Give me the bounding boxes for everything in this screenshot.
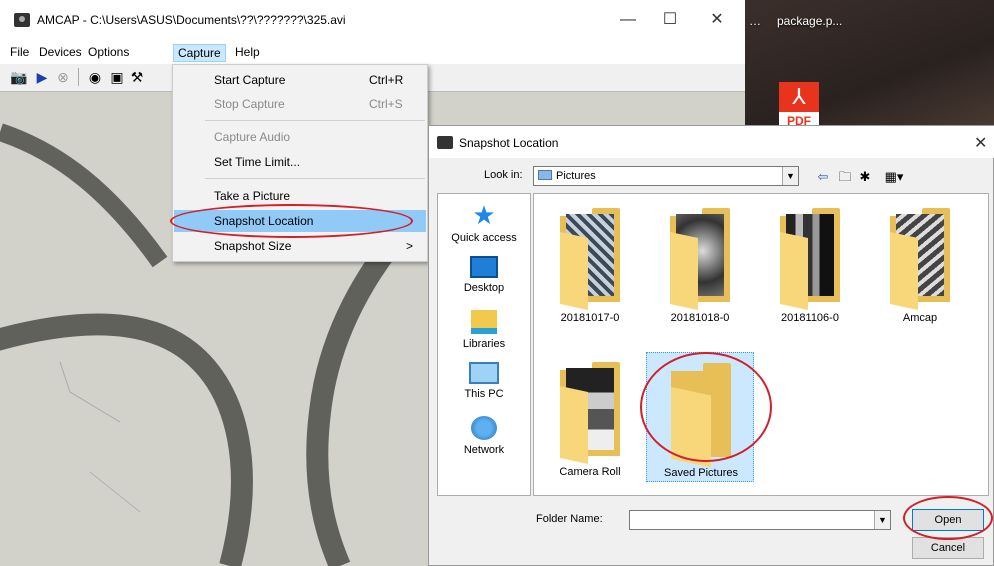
folder-icon <box>670 204 730 310</box>
submenu-arrow-icon: > <box>406 239 414 253</box>
desktop-icon-label[interactable]: package.p... <box>777 14 842 28</box>
cancel-button[interactable]: Cancel <box>912 537 984 559</box>
camera-app-icon <box>14 13 30 27</box>
menu-item-snapshot-size[interactable]: Snapshot Size > <box>174 235 426 257</box>
new-folder-icon[interactable]: ✱ <box>857 169 873 185</box>
place-this-pc[interactable]: This PC <box>438 362 530 400</box>
chevron-down-icon[interactable]: ▼ <box>782 167 798 185</box>
menu-item-stop-capture[interactable]: Stop Capture Ctrl+S <box>174 93 426 115</box>
network-icon <box>471 416 497 440</box>
dialog-close-button[interactable]: ✕ <box>974 133 987 153</box>
menu-separator <box>205 178 425 179</box>
folder-icon <box>560 204 620 310</box>
computer-icon <box>469 362 499 384</box>
menu-item-set-time-limit[interactable]: Set Time Limit... <box>174 151 426 173</box>
place-libraries[interactable]: Libraries <box>438 310 530 350</box>
menu-help[interactable]: Help <box>231 44 264 62</box>
libraries-icon <box>471 310 497 334</box>
folder-name-field[interactable]: ▼ <box>629 510 891 530</box>
pdf-file-icon[interactable]: ⅄ PDF <box>779 82 819 130</box>
stop-icon[interactable]: ⊗ <box>54 68 72 86</box>
folder-item[interactable]: Amcap <box>866 198 974 328</box>
folder-name: Saved Pictures <box>664 467 738 479</box>
folder-icon <box>890 204 950 310</box>
camera-icon[interactable]: 📷 <box>10 68 28 86</box>
minimize-button[interactable]: — <box>608 8 648 32</box>
folder-name: 20181018-0 <box>670 312 730 324</box>
look-in-label: Look in: <box>484 169 523 181</box>
maximize-button[interactable]: ☐ <box>650 8 690 32</box>
annotation-ellipse <box>903 496 993 540</box>
folder-name: 20181017-0 <box>560 312 620 324</box>
folder-item[interactable]: 20181018-0 <box>646 198 754 328</box>
preview-eye-icon[interactable]: ◉ <box>86 68 104 86</box>
acrobat-icon: ⅄ <box>779 82 819 112</box>
desktop-icon <box>470 256 498 278</box>
window-title: AMCAP - C:\Users\ASUS\Documents\??\?????… <box>37 13 346 27</box>
folder-name: Camera Roll <box>559 466 621 478</box>
dialog-title-bar: Snapshot Location ✕ <box>429 126 994 158</box>
folder-icon <box>780 204 840 310</box>
view-menu-icon[interactable]: ▦▾ <box>881 169 907 185</box>
up-folder-icon[interactable]: 🗀 <box>837 169 853 185</box>
dialog-title: Snapshot Location <box>459 136 559 150</box>
menu-item-start-capture[interactable]: Start Capture Ctrl+R <box>174 69 426 91</box>
folder-name-label: Folder Name: <box>536 513 603 525</box>
folder-item[interactable]: 20181106-0 <box>756 198 864 328</box>
place-quick-access[interactable]: ★ Quick access <box>438 202 530 244</box>
menu-capture[interactable]: Capture <box>173 44 226 62</box>
properties-icon[interactable]: ▣ <box>108 68 126 86</box>
chevron-down-icon[interactable]: ▼ <box>874 511 890 529</box>
snapshot-location-dialog: Snapshot Location ✕ Look in: Pictures ▼ … <box>428 125 994 566</box>
star-icon: ★ <box>472 200 496 230</box>
look-in-dropdown[interactable]: Pictures ▼ <box>533 166 799 186</box>
menu-options[interactable]: Options <box>84 44 133 62</box>
places-bar: ★ Quick access Desktop Libraries This PC… <box>437 193 531 496</box>
folder-name: Amcap <box>902 312 938 324</box>
place-network[interactable]: Network <box>438 416 530 456</box>
camera-app-icon <box>437 136 453 149</box>
tool-icon[interactable]: ⚒ <box>128 68 146 86</box>
folder-icon <box>538 170 552 180</box>
menu-separator <box>205 120 425 121</box>
menu-item-capture-audio[interactable]: Capture Audio <box>174 126 426 148</box>
close-button[interactable]: ✕ <box>697 8 737 32</box>
annotation-ellipse <box>640 352 772 462</box>
menu-devices[interactable]: Devices <box>35 44 86 62</box>
play-icon[interactable]: ▶ <box>33 68 51 86</box>
folder-icon <box>560 358 620 464</box>
title-bar: AMCAP - C:\Users\ASUS\Documents\??\?????… <box>0 0 745 40</box>
menu-file[interactable]: File <box>6 44 33 62</box>
look-in-value: Pictures <box>556 170 596 182</box>
folder-list: 20181017-0 20181018-0 20181106-0 Amcap C… <box>533 193 989 496</box>
folder-name: 20181106-0 <box>781 312 839 324</box>
annotation-ellipse <box>170 204 413 238</box>
desktop-icon-label[interactable]: … <box>749 14 761 28</box>
toolbar-separator <box>78 68 79 86</box>
menu-bar: File Devices Options Capture Help <box>0 40 745 64</box>
folder-item[interactable]: Camera Roll <box>536 352 644 482</box>
desktop-background: … package.p... ⅄ PDF <box>745 0 994 130</box>
back-arrow-icon[interactable]: ⇦ <box>815 169 831 185</box>
place-desktop[interactable]: Desktop <box>438 256 530 294</box>
folder-item[interactable]: 20181017-0 <box>536 198 644 328</box>
